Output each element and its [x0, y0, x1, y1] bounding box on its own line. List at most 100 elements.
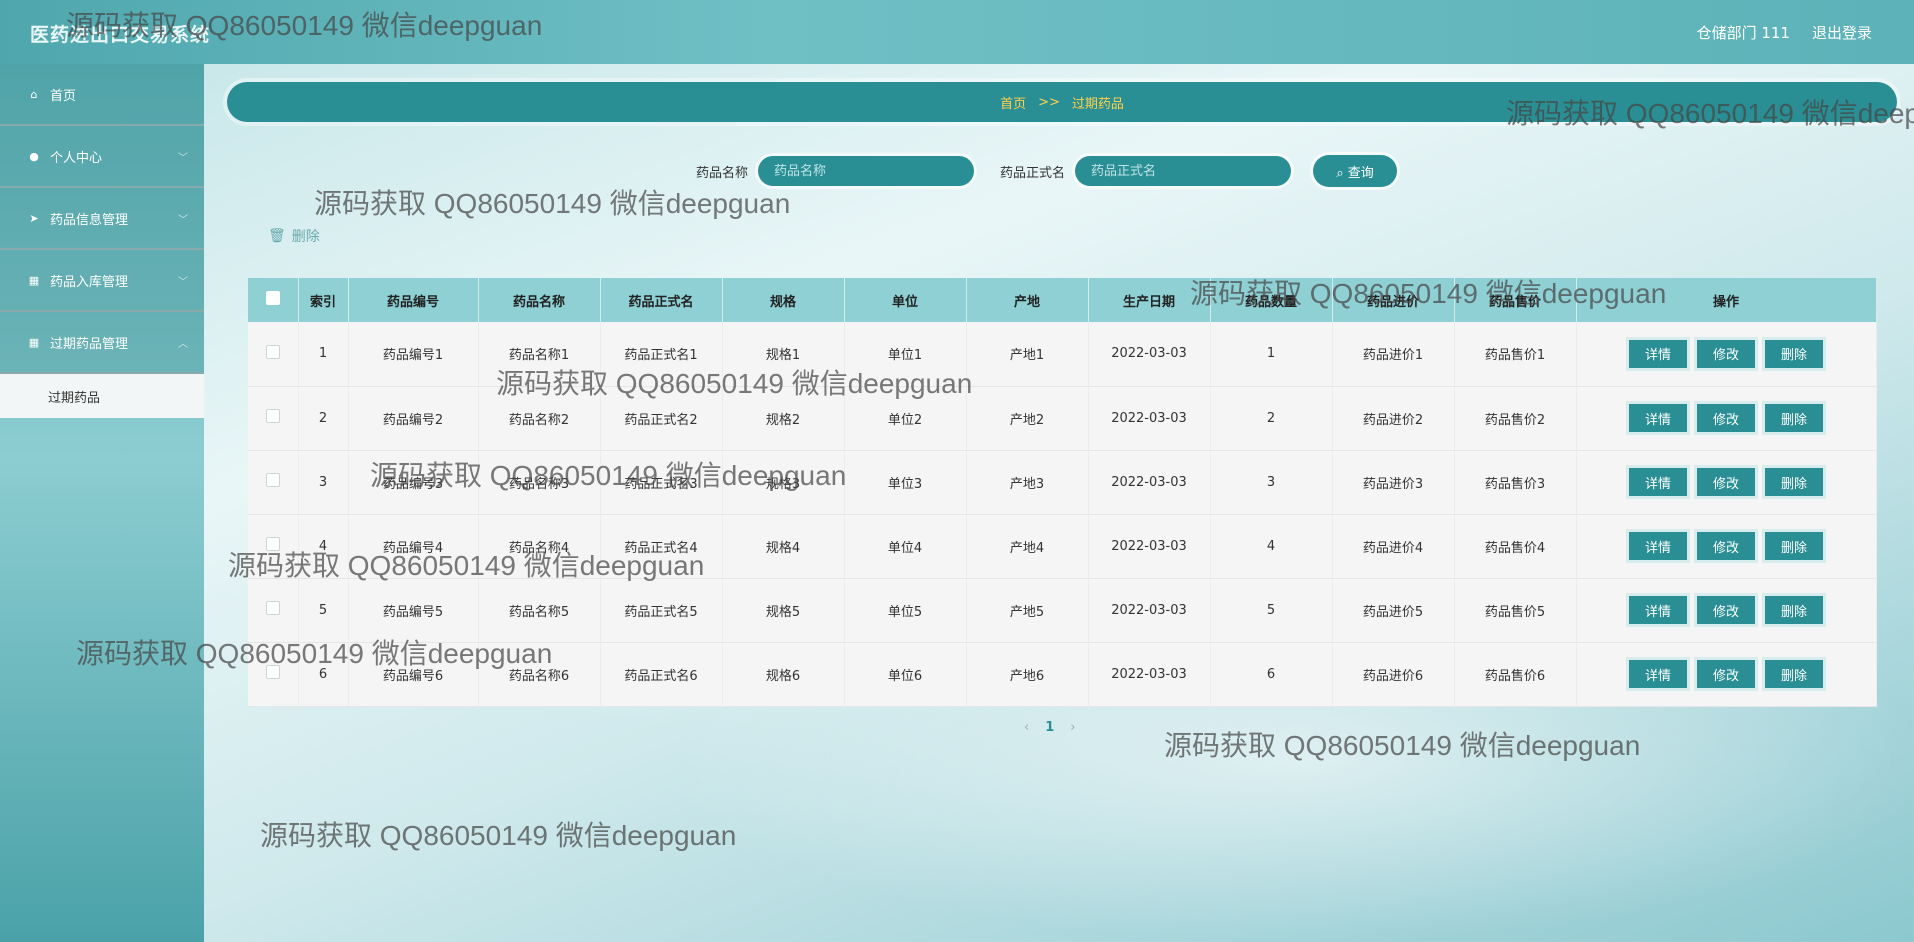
prev-page-button[interactable]: ‹: [1024, 720, 1029, 735]
table-cell: 药品名称4: [478, 514, 601, 578]
delete-button[interactable]: 删除: [1765, 339, 1823, 368]
detail-button[interactable]: 详情: [1629, 532, 1687, 560]
table-cell: 产地4: [966, 514, 1089, 578]
delete-button[interactable]: 删除: [1765, 532, 1823, 560]
edit-button[interactable]: 修改: [1697, 596, 1755, 624]
breadcrumb-home[interactable]: 首页: [1000, 93, 1026, 112]
column-header: 药品售价: [1454, 278, 1577, 322]
bulk-delete-button[interactable]: 🗑 删除: [268, 226, 320, 246]
watermark-text: 源码获取 QQ86050149 微信deepguan: [260, 820, 737, 851]
table-row: 2 药品编号2 药品名称2 药品正式名2 规格2 单位2 产地2 2022-03-03 2 药品进…: [248, 386, 1877, 450]
detail-button[interactable]: 详情: [1629, 339, 1687, 368]
watermark-text: 源码获取 QQ86050149 微信deepguan: [314, 188, 791, 219]
sidebar-item-home[interactable]: ⌂ 首页: [0, 64, 204, 126]
table-cell: 4: [1210, 514, 1333, 578]
table-cell: 5: [298, 578, 349, 642]
table-cell: 规格5: [722, 578, 845, 642]
breadcrumb: 首页 >> 过期药品: [227, 82, 1897, 122]
sidebar-item-expired[interactable]: ▦ 过期药品管理 ︿: [0, 312, 204, 374]
row-checkbox[interactable]: [248, 386, 299, 450]
grid-icon: ▦: [28, 335, 40, 349]
table-cell: 规格2: [722, 386, 845, 450]
row-checkbox[interactable]: [248, 322, 299, 386]
user-icon: ●: [29, 149, 39, 163]
table-cell: 药品正式名2: [600, 386, 723, 450]
table-cell: 6: [1210, 642, 1333, 706]
sidebar-item-drug-info[interactable]: ➤ 药品信息管理 ﹀: [0, 188, 204, 250]
table-cell: 规格3: [722, 450, 845, 514]
table-row: 1 药品编号1 药品名称1 药品正式名1 规格1 单位1 产地1 2022-03-03 1 药品进…: [248, 322, 1877, 386]
logout-button[interactable]: 退出登录: [1812, 22, 1872, 43]
edit-button[interactable]: 修改: [1697, 339, 1755, 368]
bulk-delete-label: 删除: [291, 229, 320, 245]
drug-name-input[interactable]: [758, 156, 975, 186]
home-icon: ⌂: [30, 87, 38, 101]
breadcrumb-current: 过期药品: [1071, 96, 1124, 112]
select-all-checkbox[interactable]: [248, 278, 299, 322]
table-cell: 药品售价6: [1454, 642, 1577, 706]
table-cell: 药品进价1: [1332, 322, 1455, 386]
detail-button[interactable]: 详情: [1629, 660, 1687, 688]
table-row: 5 药品编号5 药品名称5 药品正式名5 规格5 单位5 产地5 2022-03-03 5 药品进…: [248, 578, 1877, 642]
next-page-button[interactable]: ›: [1070, 720, 1075, 735]
table-cell: 药品进价5: [1332, 578, 1455, 642]
table-cell: 3: [298, 450, 349, 514]
edit-button[interactable]: 修改: [1697, 532, 1755, 560]
table-cell: 药品名称3: [478, 450, 601, 514]
table-cell: 3: [1210, 450, 1333, 514]
query-button-label: 查询: [1347, 165, 1374, 181]
row-checkbox[interactable]: [248, 514, 299, 578]
delete-button[interactable]: 删除: [1765, 596, 1823, 624]
sidebar-subitem-expired-drugs[interactable]: 过期药品: [0, 374, 204, 418]
detail-button[interactable]: 详情: [1629, 468, 1687, 496]
query-button[interactable]: ⌕ 查询: [1313, 155, 1398, 187]
delete-button[interactable]: 删除: [1765, 404, 1823, 432]
row-actions: 详情 修改 删除: [1576, 514, 1877, 578]
table-cell: 单位5: [844, 578, 967, 642]
table-cell: 产地6: [966, 642, 1089, 706]
table-cell: 药品正式名3: [600, 450, 723, 514]
table-cell: 6: [298, 642, 349, 706]
table-cell: 药品进价2: [1332, 386, 1455, 450]
detail-button[interactable]: 详情: [1629, 404, 1687, 432]
table-cell: 规格4: [722, 514, 845, 578]
table-cell: 5: [1210, 578, 1333, 642]
table-cell: 规格1: [722, 322, 845, 386]
column-header: 药品进价: [1332, 278, 1455, 322]
delete-button[interactable]: 删除: [1765, 468, 1823, 496]
chevron-down-icon: ﹀: [178, 214, 188, 226]
sidebar-item-label: 首页: [50, 88, 77, 104]
detail-button[interactable]: 详情: [1629, 596, 1687, 624]
trash-icon: 🗑: [268, 228, 286, 244]
table-cell: 2022-03-03: [1088, 578, 1211, 642]
sidebar-item-personal-center[interactable]: ● 个人中心 ﹀: [0, 126, 204, 188]
delete-button[interactable]: 删除: [1765, 660, 1823, 688]
page-number[interactable]: 1: [1045, 720, 1054, 735]
header-actions: 仓储部门 111 退出登录: [1697, 22, 1872, 43]
table-cell: 2022-03-03: [1088, 322, 1211, 386]
table-cell: 2022-03-03: [1088, 386, 1211, 450]
table-cell: 1: [1210, 322, 1333, 386]
column-header: 操作: [1576, 278, 1877, 322]
column-header: 药品数量: [1210, 278, 1333, 322]
table-cell: 药品正式名5: [600, 578, 723, 642]
table-cell: 药品名称5: [478, 578, 601, 642]
table-cell: 药品编号2: [348, 386, 479, 450]
sidebar-item-stock-in[interactable]: ▦ 药品入库管理 ﹀: [0, 250, 204, 312]
sidebar: ⌂ 首页 ● 个人中心 ﹀ ➤ 药品信息管理 ﹀ ▦ 药品入库管理 ﹀ ▦ 过期…: [0, 64, 204, 942]
edit-button[interactable]: 修改: [1697, 660, 1755, 688]
row-checkbox[interactable]: [248, 578, 299, 642]
table-cell: 单位2: [844, 386, 967, 450]
table-cell: 药品售价2: [1454, 386, 1577, 450]
edit-button[interactable]: 修改: [1697, 468, 1755, 496]
table-cell: 药品名称1: [478, 322, 601, 386]
table-header-row: 索引 药品编号 药品名称 药品正式名 规格 单位 产地 生产日期 药品数量 药品…: [248, 278, 1877, 322]
grid-icon: ▦: [28, 273, 40, 287]
row-checkbox[interactable]: [248, 450, 299, 514]
data-table: 索引 药品编号 药品名称 药品正式名 规格 单位 产地 生产日期 药品数量 药品…: [248, 278, 1877, 706]
formal-name-input[interactable]: [1075, 156, 1292, 186]
user-department-label[interactable]: 仓储部门 111: [1697, 22, 1790, 43]
edit-button[interactable]: 修改: [1697, 404, 1755, 432]
chevron-up-icon: ︿: [178, 338, 188, 350]
row-checkbox[interactable]: [248, 642, 299, 706]
